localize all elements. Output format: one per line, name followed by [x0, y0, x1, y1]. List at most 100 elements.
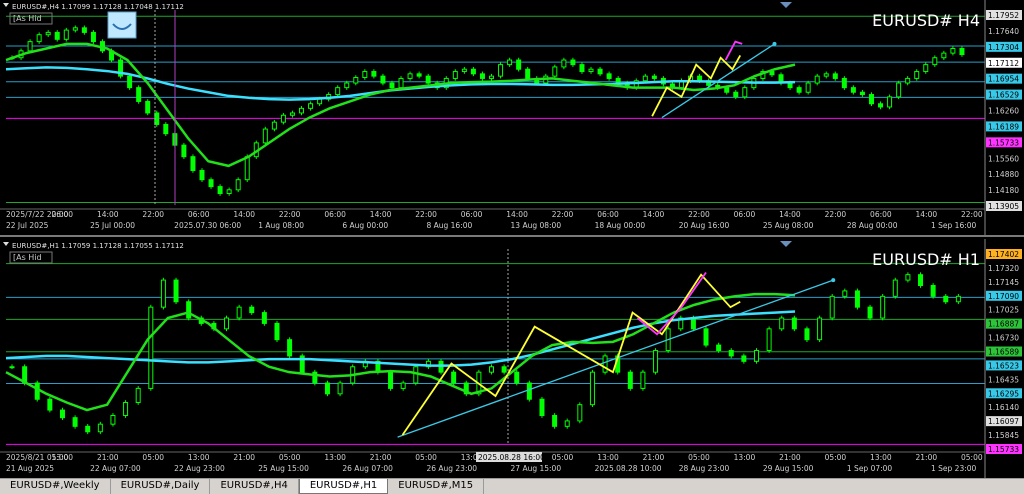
- candle-body: [110, 415, 116, 425]
- candle-body: [226, 189, 232, 194]
- candle-body: [501, 366, 507, 373]
- tab-h4[interactable]: EURUSD#,H4: [210, 479, 299, 494]
- time-label-upper: 21:00: [233, 453, 255, 462]
- candle-body: [878, 103, 884, 108]
- chart-canvas-h4[interactable]: 1.17952 1.17640 1.17304 1.17112 1.16954 1.165…: [0, 0, 1024, 235]
- candle-body: [716, 344, 722, 352]
- candle-body: [859, 91, 865, 96]
- candle-body: [905, 77, 911, 84]
- candle-body: [941, 52, 947, 59]
- candle-body: [539, 398, 545, 416]
- candle-body: [507, 59, 513, 66]
- time-label-upper: 22:00: [961, 210, 983, 219]
- trend-line-handle[interactable]: [831, 278, 836, 283]
- zigzag-line: [401, 273, 741, 436]
- time-label-upper: 14:00: [916, 210, 938, 219]
- candle-body: [261, 312, 267, 324]
- candle-body: [190, 156, 196, 171]
- candle-body: [561, 59, 567, 68]
- candle-body: [280, 114, 286, 123]
- candle-body: [703, 328, 709, 346]
- time-label-upper: 06:00: [734, 210, 756, 219]
- time-label-upper: 21:00: [370, 453, 392, 462]
- tab-daily[interactable]: EURUSD#,Daily: [111, 479, 211, 494]
- candle-body: [173, 279, 179, 303]
- price-label: 1.15733: [988, 445, 1019, 454]
- candle-body: [805, 82, 811, 93]
- smile-arc-icon[interactable]: [107, 11, 137, 39]
- time-label-upper: 22:00: [142, 210, 164, 219]
- candle-body: [344, 82, 350, 89]
- time-label-lower: 1 Sep 16:00: [931, 221, 977, 230]
- time-label-upper: 05:00: [279, 453, 301, 462]
- candle-body: [407, 73, 413, 79]
- candle-body: [766, 328, 772, 352]
- time-label-upper: 13:00: [188, 453, 210, 462]
- candle-body: [579, 64, 585, 73]
- candle-body: [552, 66, 558, 77]
- candle-body: [918, 274, 924, 287]
- time-label-lower: 1 Sep 07:00: [847, 464, 893, 473]
- price-label: 1.16140: [988, 403, 1019, 412]
- candle-body: [337, 382, 343, 395]
- candle-body: [892, 279, 898, 297]
- time-label-lower: 2025.08.28 10:00: [595, 464, 662, 473]
- candle-body: [47, 398, 53, 411]
- candle-body: [72, 27, 78, 31]
- panel-scroll-marker[interactable]: [780, 241, 792, 247]
- time-label-upper: 06:00: [461, 210, 483, 219]
- time-label-upper: 06:00: [597, 210, 619, 219]
- price-label: 1.17145: [988, 278, 1019, 287]
- chart-tab-bar: EURUSD#,Weekly EURUSD#,Daily EURUSD#,H4 …: [0, 478, 1024, 494]
- symbol-title: EURUSD# H4: [872, 11, 980, 30]
- chart-panel-h4[interactable]: 1.17952 1.17640 1.17304 1.17112 1.16954 1.165…: [0, 0, 1024, 237]
- candle-body: [814, 75, 820, 84]
- price-label: 1.17090: [988, 292, 1019, 301]
- candle-body: [389, 82, 395, 89]
- candle-body: [742, 87, 748, 98]
- triangle-down-icon[interactable]: [3, 3, 9, 7]
- chart-canvas-h1[interactable]: 1.17402 1.17320 1.17145 1.17090 1.17025 1.168…: [0, 239, 1024, 478]
- price-label: 1.14180: [988, 186, 1019, 195]
- price-label: 1.16529: [988, 91, 1019, 100]
- time-label-upper: 21:00: [779, 453, 801, 462]
- panel-scroll-marker[interactable]: [780, 2, 792, 8]
- time-label-lower: 1 Aug 08:00: [258, 221, 304, 230]
- trend-line-handle[interactable]: [772, 41, 777, 46]
- candle-body: [362, 71, 368, 79]
- tab-weekly[interactable]: EURUSD#,Weekly: [0, 479, 111, 494]
- time-label-lower: 27 Aug 15:00: [511, 464, 562, 473]
- candle-body: [526, 382, 532, 400]
- time-label-upper: 13:00: [870, 453, 892, 462]
- candle-body: [400, 382, 406, 389]
- symbol-title: EURUSD# H1: [872, 250, 980, 269]
- candle-body: [324, 382, 330, 395]
- candle-body: [955, 295, 961, 303]
- candle-body: [728, 350, 734, 357]
- candle-body: [72, 417, 78, 427]
- candle-body: [489, 75, 494, 79]
- candle-body: [489, 366, 494, 373]
- candle-body: [498, 64, 504, 77]
- time-label-upper: 13:00: [324, 453, 346, 462]
- candle-body: [943, 295, 949, 303]
- candle-body: [388, 371, 394, 389]
- candle-body: [653, 350, 659, 373]
- price-label: 1.17112: [988, 59, 1019, 68]
- chart-panel-h1[interactable]: 1.17402 1.17320 1.17145 1.17090 1.17025 1.168…: [0, 239, 1024, 478]
- time-label-upper: 05:00: [552, 453, 574, 462]
- candle-body: [896, 82, 902, 98]
- candle-body: [868, 94, 874, 105]
- candle-body: [733, 91, 739, 98]
- tab-h1[interactable]: EURUSD#,H1: [298, 479, 389, 494]
- candle-body: [627, 371, 633, 389]
- candle-body: [516, 59, 522, 70]
- time-label-lower: 28 Aug 23:00: [679, 464, 730, 473]
- tab-m15[interactable]: EURUSD#,M15: [388, 479, 485, 494]
- time-label-upper: 22:00: [415, 210, 437, 219]
- candle-body: [398, 77, 404, 89]
- triangle-down-icon[interactable]: [3, 242, 9, 246]
- time-label-lower: 22 Aug 23:00: [174, 464, 225, 473]
- candle-body: [9, 366, 15, 369]
- time-label-lower: 13 Aug 08:00: [511, 221, 562, 230]
